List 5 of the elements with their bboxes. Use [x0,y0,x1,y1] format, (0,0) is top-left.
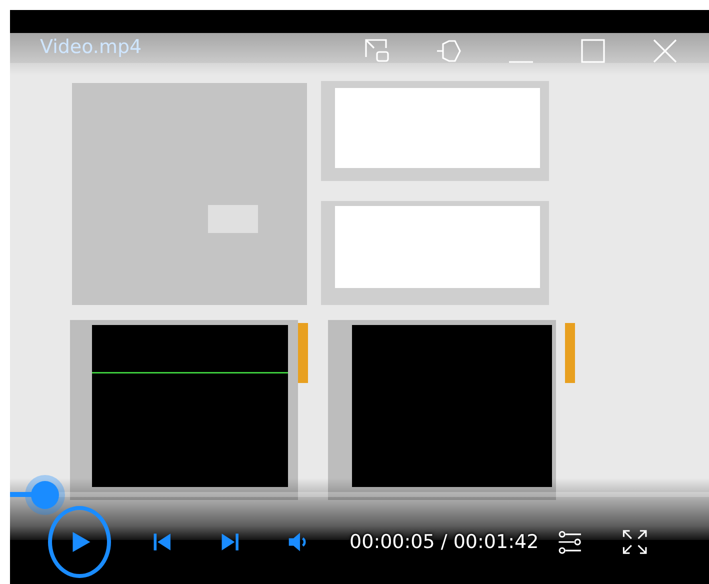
seek-bar[interactable] [10,475,709,515]
play-button[interactable] [48,506,111,578]
window-title: Video.mp4 [40,36,142,58]
fullscreen-icon[interactable] [622,527,648,557]
playback-time: 00:00:05 / 00:01:42 [350,531,539,553]
